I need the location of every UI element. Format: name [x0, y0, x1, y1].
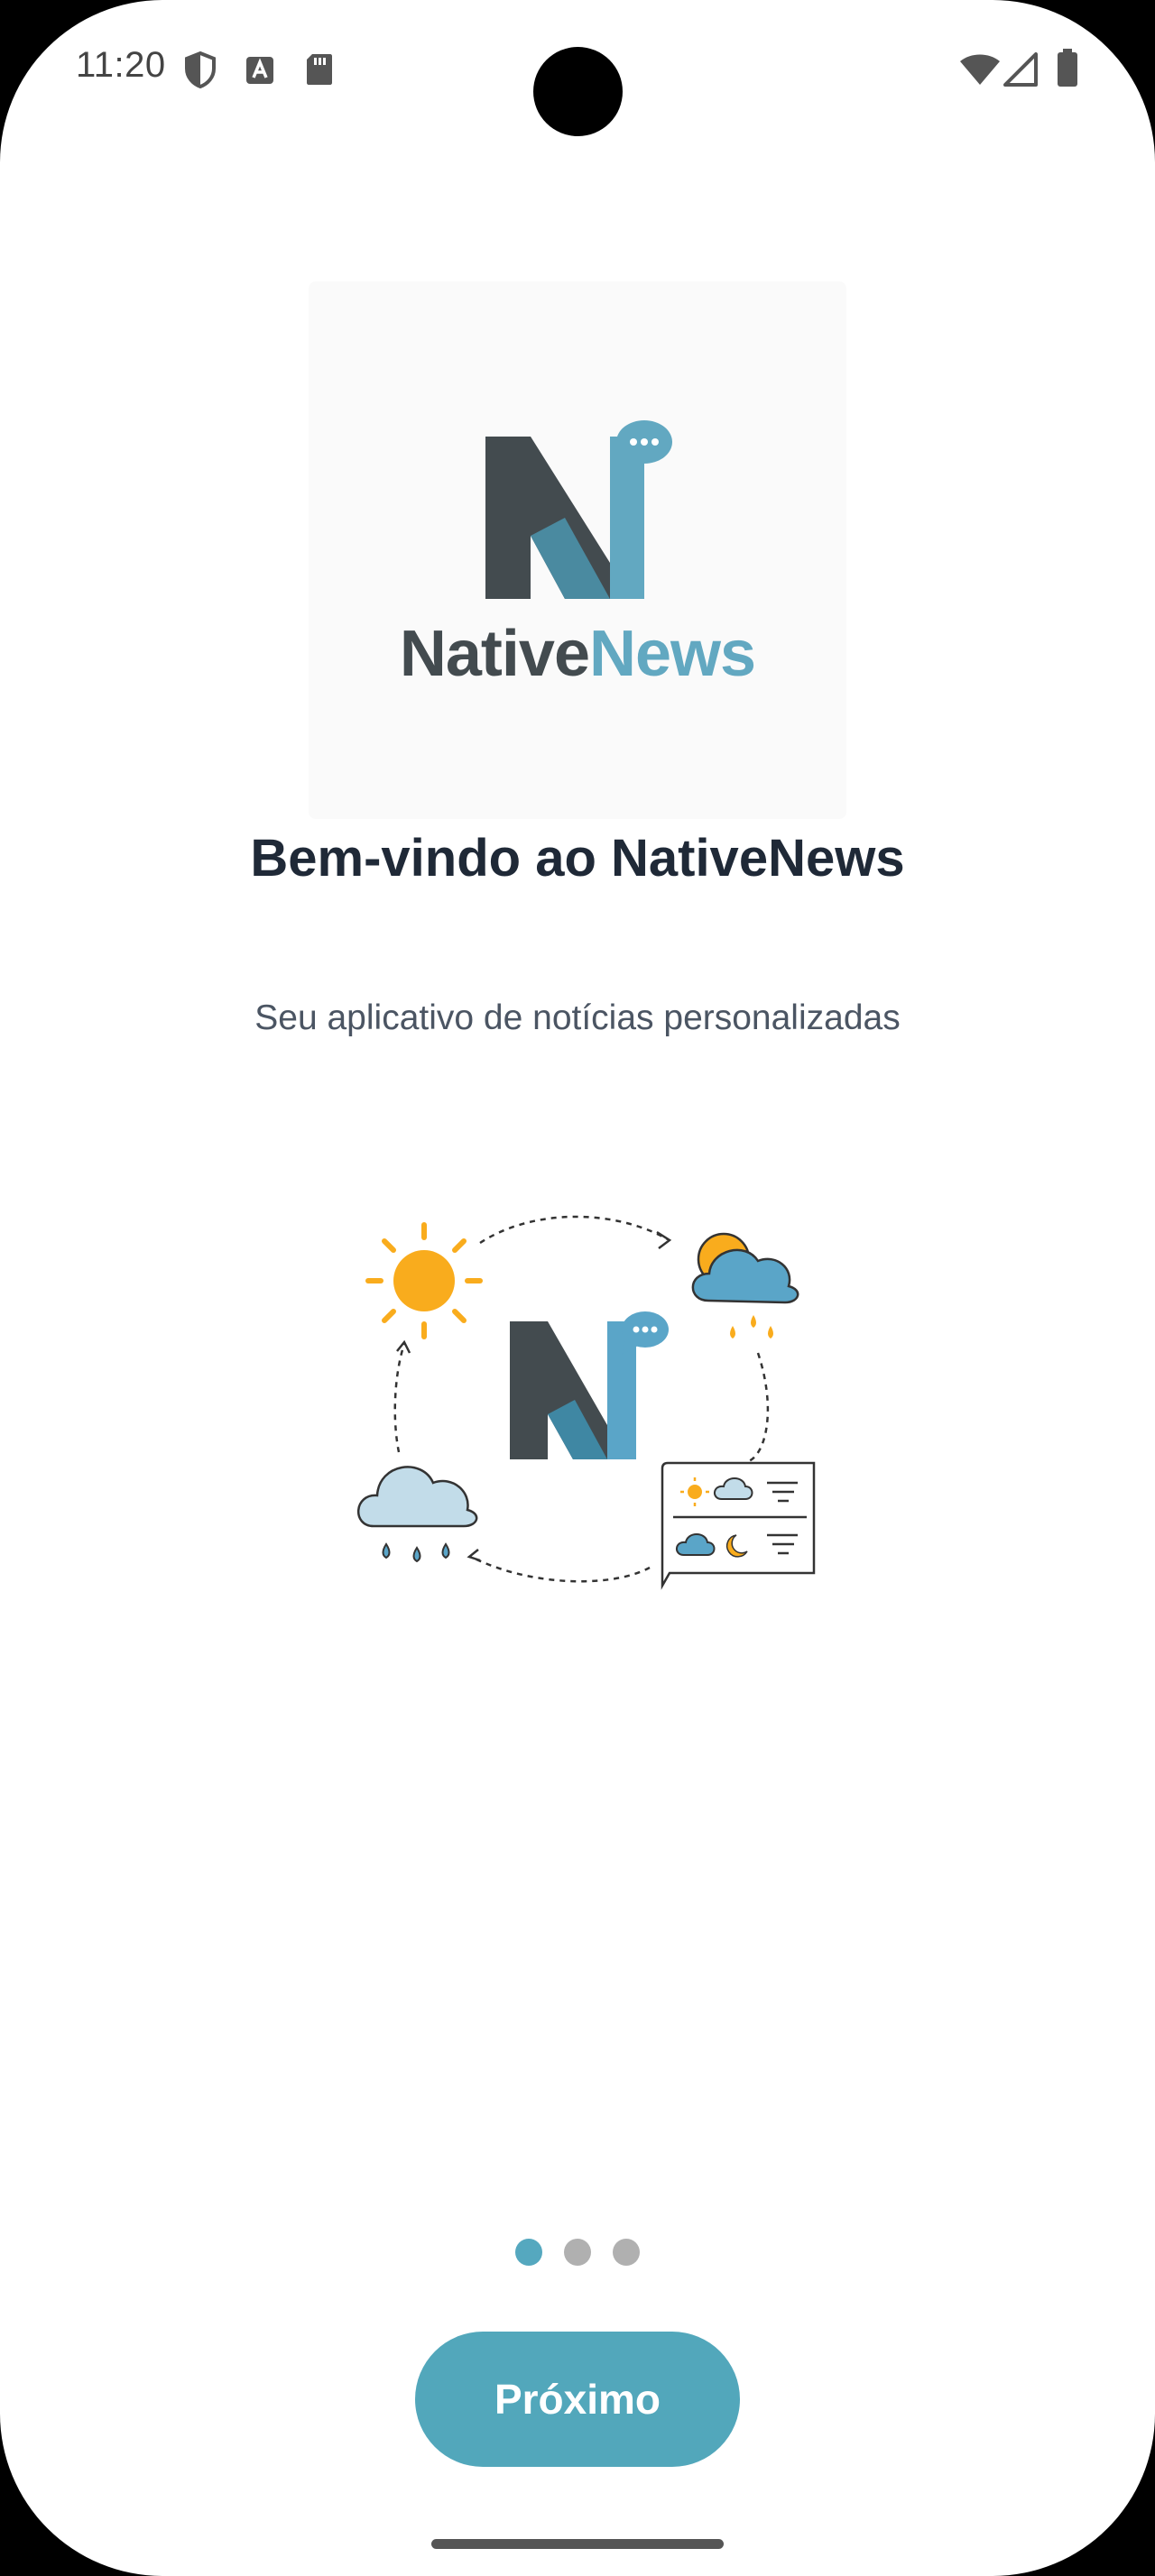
page-indicator: [0, 2239, 1155, 2266]
weather-news-illustration: [357, 1215, 816, 1590]
wifi-icon: [960, 54, 1000, 85]
page-dot-2[interactable]: [564, 2239, 591, 2266]
text-a-icon: [246, 57, 273, 84]
next-button[interactable]: Próximo: [415, 2332, 740, 2467]
onboarding-screen: 11:20 NativeNews Bem-vindo ao NativeNews…: [0, 0, 1155, 2576]
n-logo-icon: [485, 420, 672, 599]
logo-wordmark: NativeNews: [309, 617, 846, 691]
camera-cutout: [533, 47, 623, 136]
onboarding-title: Bem-vindo ao NativeNews: [250, 829, 905, 888]
logo-word-native: Native: [399, 618, 590, 690]
logo-word-news: News: [589, 618, 756, 690]
rain-cloud-icon: [357, 1466, 478, 1563]
status-bar: 11:20: [0, 0, 1155, 136]
page-dot-1[interactable]: [515, 2239, 542, 2266]
status-time: 11:20: [76, 45, 166, 85]
n-logo-icon: [510, 1311, 669, 1459]
page-dot-3[interactable]: [613, 2239, 640, 2266]
app-logo: NativeNews: [309, 281, 846, 819]
partly-cloudy-rain-icon: [691, 1232, 799, 1339]
cell-signal-icon: [1003, 52, 1038, 87]
home-indicator[interactable]: [431, 2539, 724, 2549]
sd-card-icon: [307, 54, 332, 85]
sun-icon: [365, 1222, 483, 1339]
shield-icon: [185, 51, 216, 88]
onboarding-subtitle: Seu aplicativo de notícias personalizada…: [254, 998, 901, 1037]
battery-icon: [1058, 49, 1077, 87]
weather-forecast-bubble-icon: [661, 1461, 816, 1590]
